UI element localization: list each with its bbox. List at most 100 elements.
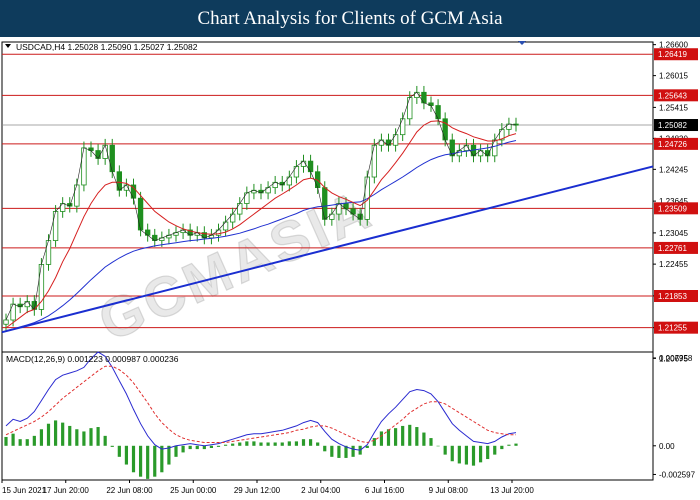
histogram-bar [181,445,185,453]
histogram-bar [209,445,214,448]
histogram-bar [216,445,221,447]
candle-body [95,150,101,159]
current-price-label: 1.25082 [658,121,687,130]
histogram-bar [351,445,355,457]
histogram-bar [46,423,51,446]
y-tick-label: 1.26015 [659,72,688,81]
candle-body [74,184,80,207]
candle-body [3,319,9,325]
histogram-bar [195,445,199,450]
histogram-bar [39,429,44,446]
y-tick-label: 1.25415 [659,103,688,112]
candle-body [378,139,385,146]
histogram-bar [32,435,36,446]
histogram-bar [146,445,150,479]
histogram-bar [252,441,256,446]
candle-body [307,160,314,173]
candle-body [52,211,59,241]
histogram-bar [223,444,228,446]
histogram-bar [294,441,299,446]
histogram-bar [68,425,72,446]
candle-body [24,301,30,308]
histogram-bar [415,427,419,446]
macd-panel [1,351,654,481]
level-label: 1.21853 [658,292,687,301]
histogram-bar [486,445,490,460]
histogram-bar [131,445,136,473]
histogram-bar [153,445,157,477]
candle-body [293,166,300,178]
candle-body [244,192,250,204]
x-tick-label: 29 Jun 12:00 [234,486,281,495]
candle-body [350,208,356,215]
candle-body [137,197,144,231]
candle-body [392,134,399,146]
level-label: 1.22761 [658,244,687,253]
histogram-bar [308,439,313,446]
histogram-bar [471,445,476,466]
candle-body [45,240,52,265]
histogram-bar [393,428,398,446]
histogram-bar [273,442,277,446]
macd-y-tick-label: 0.007958 [659,354,693,363]
histogram-bar [386,429,391,446]
histogram-bar [82,431,86,446]
candle-body [10,303,16,321]
y-tick-label: 1.24245 [659,165,688,174]
histogram-bar [231,443,235,446]
histogram-bar [61,422,65,446]
candle-body [371,144,378,178]
macd-label: MACD(12,26,9) 0.001223 0.000987 0.000236 [6,354,179,364]
histogram-bar [53,420,58,446]
histogram-bar [337,445,341,458]
x-tick-label: 6 Jul 16:00 [365,486,405,495]
histogram-bar [266,442,270,446]
candle-body [484,150,491,157]
x-tick-label: 15 Jun 2021 [2,486,47,495]
y-tick-label: 1.23045 [659,229,688,238]
candle-body [286,176,293,186]
histogram-bar [259,442,263,446]
candle-body [144,229,151,236]
histogram-bar [457,445,461,464]
histogram-bar [280,442,284,446]
histogram-bar [89,428,93,446]
x-tick-label: 17 Jun 20:00 [43,486,90,495]
histogram-bar [422,432,426,446]
histogram-bar [18,439,22,446]
x-tick-label: 13 Jul 20:00 [490,486,534,495]
candle-body [60,203,66,212]
candle-body [343,203,349,210]
histogram-bar [301,439,306,446]
level-label: 1.24726 [658,140,687,149]
candle-body [215,229,222,236]
histogram-bar [124,445,129,465]
histogram-bar [493,445,497,455]
level-label: 1.23509 [658,204,687,213]
symbol-info: USDCAD,H4 1.25028 1.25090 1.25027 1.2508… [16,42,198,52]
histogram-bar [138,445,143,477]
candle-body [237,203,243,215]
candle-body [506,123,512,130]
macd-y-tick-label: -0.002597 [659,470,696,479]
candle-body [421,91,427,104]
candle-body [81,147,87,186]
histogram-bar [188,445,192,450]
histogram-bar [443,445,447,455]
histogram-bar [75,429,79,446]
level-label: 1.25643 [658,91,687,100]
price-chart: GCMASIA 1.266001.260151.254151.248301.24… [1,41,698,495]
level-label: 1.21255 [658,324,687,333]
histogram-bar [330,445,334,457]
candle-body [329,213,335,220]
histogram-bar [379,431,384,446]
histogram-bar [4,436,8,446]
level-label: 1.26419 [658,50,687,59]
candle-body [265,187,271,194]
candle-body [442,118,448,141]
candle-body [399,118,406,136]
histogram-bar [110,445,114,447]
x-tick-label: 25 Jun 00:00 [170,486,217,495]
histogram-bar [238,442,242,446]
histogram-bar [245,441,249,446]
